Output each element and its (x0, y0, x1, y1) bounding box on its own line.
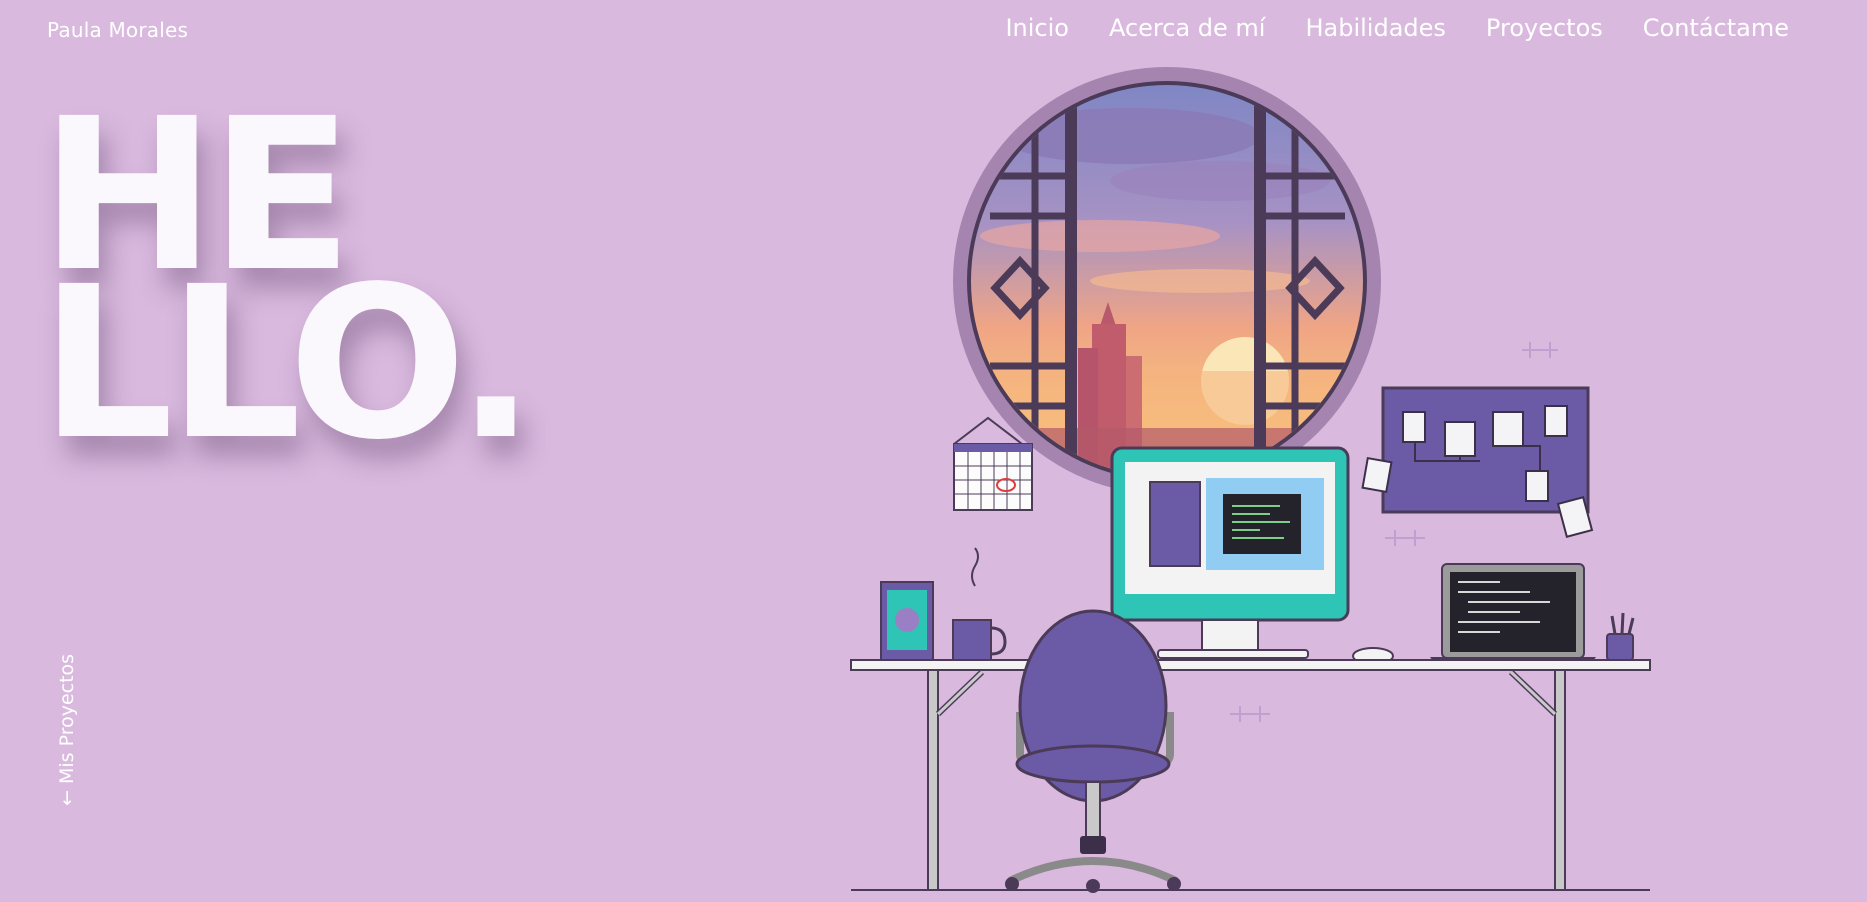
nav-proyectos[interactable]: Proyectos (1486, 14, 1603, 42)
main-nav: Inicio Acerca de mí Habilidades Proyecto… (1005, 14, 1789, 42)
office-chair (1005, 609, 1181, 893)
laptop (1430, 563, 1596, 667)
round-window (953, 67, 1381, 495)
nav-inicio[interactable]: Inicio (1005, 14, 1069, 42)
arrow-left-icon: ← (56, 790, 78, 806)
mis-proyectos-label: Mis Proyectos (56, 653, 78, 785)
hero-line-2: LLO. (40, 241, 536, 486)
workspace-illustration (850, 67, 1651, 893)
coffee-mug (952, 547, 1007, 661)
desktop-monitor (1110, 446, 1350, 659)
bulletin-board (1361, 386, 1594, 539)
nav-acerca[interactable]: Acerca de mí (1109, 14, 1266, 42)
picture-frame (880, 581, 934, 661)
hero-heading: HE LLO. (40, 91, 536, 486)
brand-name[interactable]: Paula Morales (47, 18, 188, 42)
mis-proyectos-link[interactable]: ← Mis Proyectos (56, 654, 78, 806)
desk (850, 659, 1651, 891)
pencil-cup (1606, 612, 1635, 661)
nav-habilidades[interactable]: Habilidades (1305, 14, 1445, 42)
nav-contactame[interactable]: Contáctame (1643, 14, 1789, 42)
